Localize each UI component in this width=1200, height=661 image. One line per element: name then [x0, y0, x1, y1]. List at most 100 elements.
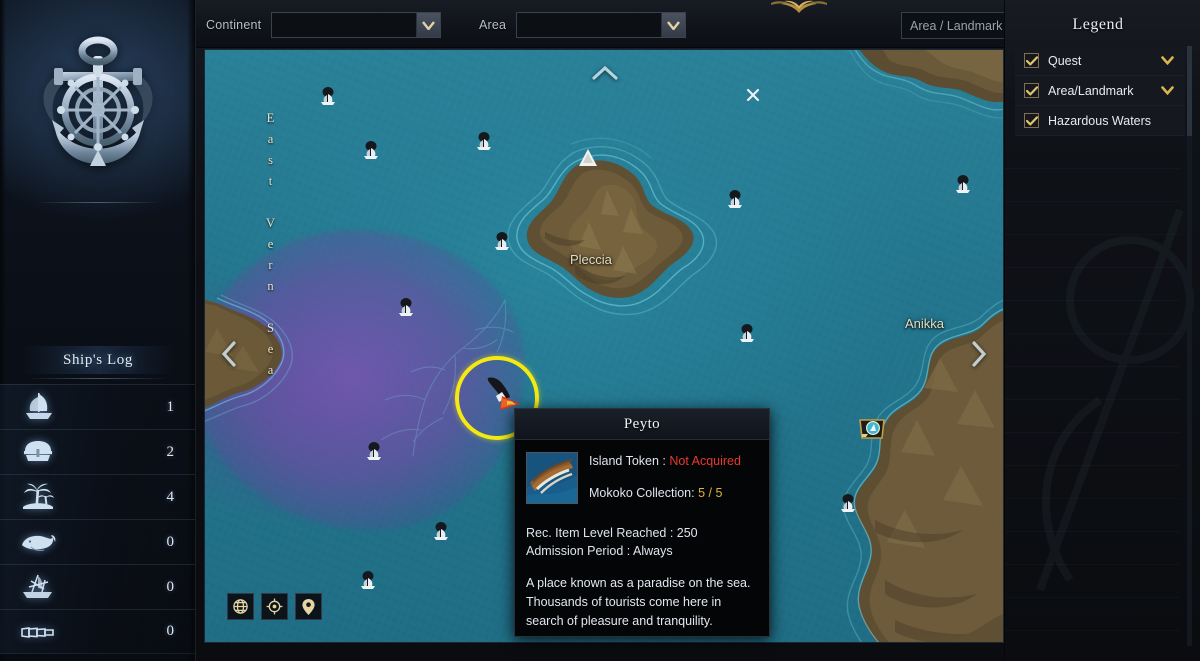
- island-marker-icon[interactable]: [317, 85, 339, 107]
- coastline-north-east: [785, 50, 1003, 147]
- list-item[interactable]: 0: [0, 519, 195, 564]
- tooltip-stats: Rec. Item Level Reached : 250 Admission …: [526, 524, 758, 560]
- island-marker-icon[interactable]: [491, 230, 513, 252]
- chevron-down-icon[interactable]: [416, 13, 441, 37]
- list-item-count: 4: [166, 488, 175, 505]
- island-marker-icon[interactable]: [473, 130, 495, 152]
- legend-list: Quest Area/Landmark Hazardous Waters: [1015, 46, 1185, 136]
- island-token-label: Island Token :: [589, 454, 670, 468]
- legend-panel: Legend Quest Area/Landmark Hazardous Wat…: [1004, 0, 1200, 661]
- tooltip-summary: Island Token : Not Acquired Mokoko Colle…: [526, 452, 758, 518]
- panel-empty-rows: [1005, 136, 1180, 631]
- chevron-left-icon[interactable]: [220, 340, 237, 373]
- panel-row: [1005, 466, 1180, 499]
- crosshair-locate-icon[interactable]: [261, 593, 288, 620]
- island-marker-icon[interactable]: [724, 188, 746, 210]
- panel-row: [1005, 268, 1180, 301]
- island-info-tooltip: Peyto Island Token: Not Acquired Mokoko…: [514, 408, 770, 637]
- chevron-up-icon[interactable]: [591, 64, 619, 86]
- coastline-pleccia: [503, 136, 731, 367]
- tooltip-key-values: Island Token : Not Acquired Mokoko Colle…: [589, 452, 758, 518]
- list-item[interactable]: 0: [0, 564, 195, 609]
- world-map-screen: Ship's Log 1 2 4 0 0 0 Continent Area Ar…: [0, 0, 1200, 661]
- panel-row: [1005, 433, 1180, 466]
- ships-log-list: 1 2 4 0 0 0: [0, 384, 195, 654]
- tooltip-description: A place known as a paradise on the sea. …: [526, 576, 751, 628]
- island-marker-icon[interactable]: [363, 440, 385, 462]
- island-marker-icon[interactable]: [360, 139, 382, 161]
- list-item[interactable]: 2: [0, 429, 195, 474]
- ships-log-title: Ship's Log: [63, 352, 133, 368]
- map-pin-icon[interactable]: [295, 593, 322, 620]
- legend-item-label: Quest: [1048, 53, 1082, 68]
- mokoko-collection-label: Mokoko Collection:: [589, 486, 699, 500]
- island-marker-icon[interactable]: [837, 492, 859, 514]
- checkmark-icon[interactable]: [1024, 53, 1039, 68]
- panel-row: [1005, 202, 1180, 235]
- panel-row: [1005, 598, 1180, 631]
- treasure-chest-icon: [8, 439, 68, 465]
- list-item[interactable]: 1: [0, 384, 195, 429]
- continent-label: Continent: [206, 18, 262, 32]
- island-palm-icon: [8, 482, 68, 512]
- panel-row: [1005, 235, 1180, 268]
- globe-icon[interactable]: [227, 593, 254, 620]
- island-portrait-icon: [526, 452, 578, 504]
- panel-row: [1005, 301, 1180, 334]
- legend-item-label: Area/Landmark: [1048, 83, 1134, 98]
- sea-label-east-vern: East Vern Sea: [265, 111, 277, 377]
- island-marker-icon[interactable]: [430, 520, 452, 542]
- checkmark-icon[interactable]: [1024, 83, 1039, 98]
- crest-divider: [36, 202, 160, 203]
- chevron-down-icon[interactable]: [661, 13, 686, 37]
- list-item-count: 1: [166, 398, 175, 415]
- list-item-count: 0: [166, 578, 175, 595]
- mokoko-collection-value: 5 / 5: [698, 486, 723, 500]
- island-marker-icon[interactable]: [357, 569, 379, 591]
- legend-item-hazardous-waters[interactable]: Hazardous Waters: [1015, 106, 1185, 136]
- panel-row: [1005, 367, 1180, 400]
- decorative-ornament-icon: [751, 0, 847, 14]
- area-filter: Area: [479, 12, 687, 38]
- quest-compass-icon[interactable]: [858, 416, 886, 442]
- rec-item-level: Rec. Item Level Reached : 250: [526, 526, 698, 540]
- list-item[interactable]: 0: [0, 609, 195, 654]
- panel-row: [1005, 532, 1180, 565]
- island-marker-icon[interactable]: [952, 173, 974, 195]
- chevron-down-icon[interactable]: [1161, 82, 1174, 100]
- list-item-count: 2: [166, 443, 175, 460]
- continent-filter: Continent: [206, 12, 442, 38]
- panel-row: [1005, 565, 1180, 598]
- island-marker-icon[interactable]: [736, 322, 758, 344]
- legend-item-area-landmark[interactable]: Area/Landmark: [1015, 76, 1185, 106]
- panel-row: [1005, 136, 1180, 169]
- panel-row: [1005, 334, 1180, 367]
- list-item-count: 0: [166, 623, 175, 639]
- chevron-right-icon[interactable]: [971, 340, 988, 373]
- continent-dropdown[interactable]: [271, 12, 442, 38]
- panel-scrollbar-thumb[interactable]: [1187, 46, 1192, 136]
- panel-row: [1005, 499, 1180, 532]
- area-dropdown[interactable]: [516, 12, 687, 38]
- panel-row: [1005, 400, 1180, 433]
- ships-log-divider: [28, 378, 168, 379]
- chevron-down-icon[interactable]: [1161, 52, 1174, 70]
- panel-scrollbar[interactable]: [1187, 46, 1192, 646]
- checkmark-icon[interactable]: [1024, 113, 1039, 128]
- map-tool-buttons: [227, 593, 322, 620]
- admission-period: Admission Period : Always: [526, 544, 673, 558]
- x-marker-icon[interactable]: [744, 86, 766, 108]
- island-marker-icon[interactable]: [395, 296, 417, 318]
- mountain-peak-icon: [575, 147, 597, 169]
- legend-item-quest[interactable]: Quest: [1015, 46, 1185, 76]
- legend-title: Legend: [1072, 16, 1124, 33]
- island-token-row: Island Token : Not Acquired: [589, 454, 758, 469]
- tooltip-header: Peyto: [515, 409, 769, 440]
- coastline-anikka: [811, 272, 1003, 642]
- landmass-south-east: [941, 606, 1003, 642]
- legend-item-label: Hazardous Waters: [1048, 113, 1152, 128]
- list-item[interactable]: 4: [0, 474, 195, 519]
- tooltip-body: Island Token : Not Acquired Mokoko Colle…: [515, 440, 769, 631]
- island-token-value: Not Acquired: [669, 454, 741, 468]
- spyglass-icon: [8, 622, 68, 642]
